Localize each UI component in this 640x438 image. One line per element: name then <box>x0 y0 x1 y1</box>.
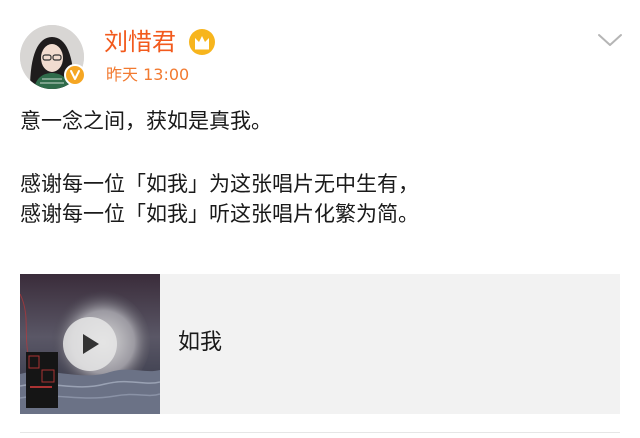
play-icon[interactable] <box>63 317 117 371</box>
music-card[interactable]: 如我 <box>20 274 620 414</box>
chevron-down-icon[interactable] <box>596 30 624 50</box>
verified-v-icon <box>64 64 86 86</box>
divider <box>20 432 620 433</box>
username[interactable]: 刘惜君 <box>104 26 176 58</box>
album-cover[interactable] <box>20 274 160 414</box>
crown-icon[interactable] <box>188 28 216 56</box>
post-timestamp[interactable]: 昨天 13:00 <box>106 64 189 86</box>
post-text-line: 意一念之间，获如是真我。 <box>20 109 272 133</box>
song-title[interactable]: 如我 <box>178 328 222 358</box>
post-text-line: 感谢每一位「如我」听这张唱片化繁为简。 <box>20 202 419 226</box>
post-text-line: 感谢每一位「如我」为这张唱片无中生有， <box>20 172 419 196</box>
weibo-post: 刘惜君 昨天 13:00 意一念之间，获如是真我。 感谢每一位「如我」为这张唱片… <box>0 0 640 438</box>
